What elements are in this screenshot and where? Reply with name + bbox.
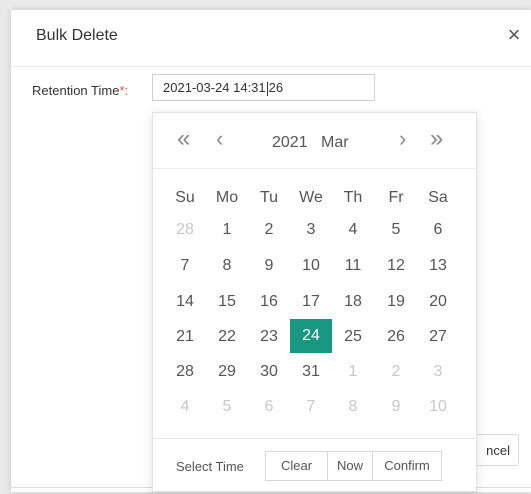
time-value-after-caret: 26 xyxy=(268,80,284,95)
day-cell[interactable]: 17 xyxy=(291,285,331,318)
day-cell[interactable]: 28 xyxy=(165,213,205,246)
weekday-header: Fr xyxy=(388,189,404,206)
text-caret xyxy=(266,81,268,96)
confirm-button[interactable]: Confirm xyxy=(372,451,442,481)
weekday-header: Tu xyxy=(259,189,279,206)
clear-button[interactable]: Clear xyxy=(265,451,328,481)
picker-header: « ‹ 2021 Mar › » xyxy=(153,113,476,169)
day-cell[interactable]: 12 xyxy=(376,249,416,282)
day-cell[interactable]: 22 xyxy=(207,320,247,353)
day-cell[interactable]: 10 xyxy=(418,390,458,423)
day-cell[interactable]: 4 xyxy=(165,390,205,423)
day-cell[interactable]: 25 xyxy=(333,320,373,353)
day-cell[interactable]: 8 xyxy=(333,390,373,423)
day-cell[interactable]: 16 xyxy=(249,285,289,318)
picker-footer: Select Time Clear Now Confirm xyxy=(153,438,476,494)
day-cell[interactable]: 14 xyxy=(165,285,205,318)
day-cell[interactable]: 21 xyxy=(165,320,205,353)
picker-button-group: Clear Now Confirm xyxy=(265,451,442,481)
day-cell[interactable]: 15 xyxy=(207,285,247,318)
now-button[interactable]: Now xyxy=(327,451,373,481)
next-year-icon[interactable]: » xyxy=(430,127,443,151)
select-time-link[interactable]: Select Time xyxy=(176,459,244,474)
date-picker-panel: « ‹ 2021 Mar › » Su Mo Tu We Th Fr Sa 28 1 2 3 4 5 6… xyxy=(152,112,477,492)
prev-month-icon[interactable]: ‹ xyxy=(216,127,223,151)
day-cell[interactable]: 7 xyxy=(165,249,205,282)
close-icon[interactable]: × xyxy=(503,24,525,46)
day-cell[interactable]: 28 xyxy=(165,355,205,388)
retention-time-label-text: Retention Time xyxy=(32,83,120,98)
picker-month[interactable]: Mar xyxy=(321,134,349,152)
day-cell[interactable]: 31 xyxy=(291,355,331,388)
day-cell[interactable]: 8 xyxy=(207,249,247,282)
day-cell[interactable]: 2 xyxy=(376,355,416,388)
day-cell[interactable]: 20 xyxy=(418,285,458,318)
day-cell[interactable]: 3 xyxy=(418,355,458,388)
day-cell[interactable]: 10 xyxy=(291,249,331,282)
time-value-before-caret: 2021-03-24 14:31 xyxy=(163,80,266,95)
day-cell[interactable]: 9 xyxy=(376,390,416,423)
weekday-header: Mo xyxy=(215,189,239,206)
retention-time-input[interactable]: 2021-03-24 14:31 26 xyxy=(152,74,375,101)
weekday-header: We xyxy=(299,189,323,206)
day-cell[interactable]: 27 xyxy=(418,320,458,353)
day-cell[interactable]: 26 xyxy=(376,320,416,353)
weekday-header: Sa xyxy=(428,189,448,206)
day-cell[interactable]: 4 xyxy=(333,213,373,246)
day-cell[interactable]: 23 xyxy=(249,320,289,353)
day-cell-selected[interactable]: 24 xyxy=(290,319,332,353)
prev-year-icon[interactable]: « xyxy=(177,127,190,151)
day-cell[interactable]: 1 xyxy=(207,213,247,246)
day-cell[interactable]: 29 xyxy=(207,355,247,388)
day-cell[interactable]: 30 xyxy=(249,355,289,388)
day-cell[interactable]: 6 xyxy=(418,213,458,246)
weekday-header: Th xyxy=(343,189,363,206)
retention-time-label: Retention Time*: xyxy=(32,83,128,98)
day-cell[interactable]: 11 xyxy=(333,249,373,282)
next-month-icon[interactable]: › xyxy=(399,127,406,151)
required-mark: *: xyxy=(119,83,129,98)
dialog-title: Bulk Delete xyxy=(36,27,118,44)
day-cell[interactable]: 9 xyxy=(249,249,289,282)
day-cell[interactable]: 1 xyxy=(333,355,373,388)
day-cell[interactable]: 6 xyxy=(249,390,289,423)
weekday-header: Su xyxy=(175,189,195,206)
day-cell[interactable]: 5 xyxy=(376,213,416,246)
dialog-header: Bulk Delete × xyxy=(11,10,531,67)
day-cell[interactable]: 3 xyxy=(291,213,331,246)
day-cell[interactable]: 19 xyxy=(376,285,416,318)
day-cell[interactable]: 18 xyxy=(333,285,373,318)
day-cell[interactable]: 2 xyxy=(249,213,289,246)
picker-year[interactable]: 2021 xyxy=(272,134,308,152)
day-cell[interactable]: 13 xyxy=(418,249,458,282)
day-cell[interactable]: 5 xyxy=(207,390,247,423)
day-cell[interactable]: 7 xyxy=(291,390,331,423)
